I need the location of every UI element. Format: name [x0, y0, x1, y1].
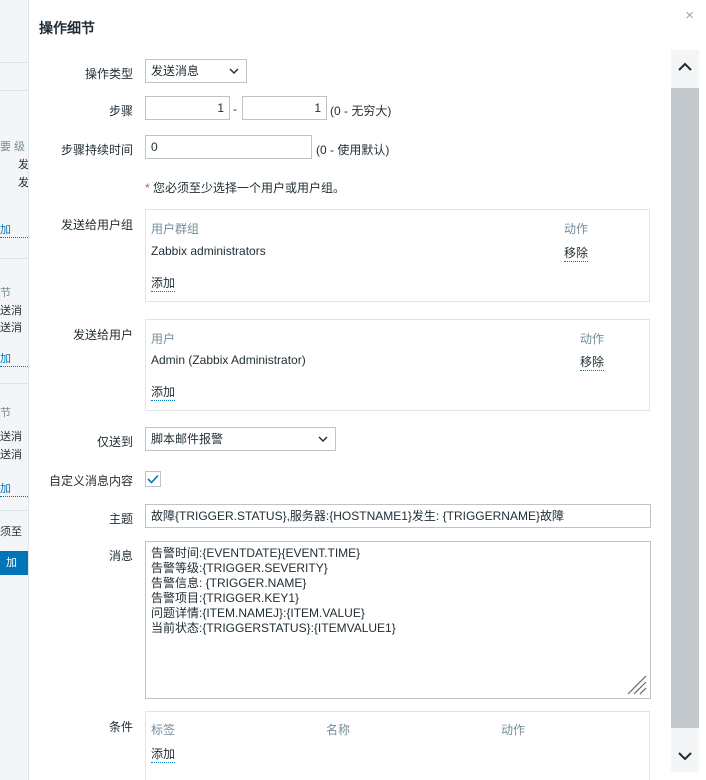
- check-icon: [147, 474, 159, 484]
- user-name: Admin (Zabbix Administrator): [151, 353, 306, 367]
- add-group-link[interactable]: 添加: [151, 274, 176, 292]
- bg-link[interactable]: 加: [0, 480, 28, 497]
- user-group-name: Zabbix administrators: [151, 244, 266, 258]
- scroll-down-button[interactable]: [671, 740, 699, 772]
- remove-group-link[interactable]: 移除: [564, 244, 589, 262]
- send-to-users-label: 发送给用户: [72, 328, 133, 342]
- bg-text: 要 级: [0, 141, 26, 153]
- bg-text: 节: [0, 407, 11, 419]
- subject-label: 主题: [108, 512, 133, 526]
- steps-from-input[interactable]: 1: [145, 96, 230, 120]
- user-groups-col-name: 用户群组: [151, 222, 200, 236]
- bg-link[interactable]: 加: [0, 350, 28, 367]
- message-textarea[interactable]: 告警时间:{EVENTDATE}{EVENT.TIME} 告警等级:{TRIGG…: [145, 541, 651, 699]
- scroll-up-button[interactable]: [671, 50, 699, 82]
- message-line: 告警信息: {TRIGGER.NAME}: [151, 576, 307, 590]
- user-groups-col-action: 动作: [564, 222, 589, 236]
- message-line: 问题详情:{ITEM.NAMEJ}:{ITEM.VALUE}: [151, 606, 365, 620]
- operation-type-select[interactable]: 发送消息: [145, 59, 247, 83]
- operation-details-dialog: 操作细节 × 操作类型 发送消息 步骤 1 - 1 (0 - 无穷大) 步骤持续…: [28, 0, 706, 780]
- step-duration-label: 步骤持续时间: [60, 143, 133, 157]
- operation-type-label: 操作类型: [84, 67, 133, 81]
- required-star: *: [145, 181, 150, 195]
- required-warning-text: 您必须至少选择一个用户或用户组。: [153, 181, 346, 195]
- steps-separator: -: [233, 102, 237, 116]
- steps-hint: (0 - 无穷大): [330, 104, 392, 118]
- background-page: 要 级 发 发 加 节 送消 送消 加 节 送消 送消 加 须至 加: [0, 0, 29, 780]
- send-only-to-select[interactable]: 脚本邮件报警: [145, 427, 336, 451]
- bg-text: 节: [0, 287, 11, 299]
- send-only-to-value: 脚本邮件报警: [151, 432, 224, 446]
- user-groups-table: 用户群组 动作 Zabbix administrators 移除 添加: [145, 209, 650, 302]
- message-line: 告警时间:{EVENTDATE}{EVENT.TIME}: [151, 546, 361, 560]
- subject-input[interactable]: 故障{TRIGGER.STATUS},服务器:{HOSTNAME1}发生: {T…: [145, 504, 651, 528]
- bg-divider: [0, 510, 28, 511]
- steps-label: 步骤: [108, 104, 133, 118]
- required-warning: * 您必须至少选择一个用户或用户组。: [145, 179, 345, 196]
- bg-text: 送消: [0, 449, 22, 461]
- conditions-col-name: 名称: [326, 723, 351, 737]
- custom-message-checkbox[interactable]: [145, 471, 161, 487]
- conditions-col-action: 动作: [501, 723, 526, 737]
- bg-link[interactable]: 加: [0, 221, 28, 238]
- message-line: 告警项目:{TRIGGER.KEY1}: [151, 591, 300, 605]
- conditions-label: 条件: [108, 720, 133, 734]
- remove-user-link[interactable]: 移除: [580, 353, 605, 371]
- bg-divider: [0, 90, 28, 91]
- bg-text: 送消: [0, 322, 22, 334]
- resize-grip-icon[interactable]: [622, 670, 648, 696]
- bg-divider: [0, 62, 28, 63]
- message-label: 消息: [108, 549, 133, 563]
- scrollbar-thumb[interactable]: [671, 88, 699, 728]
- conditions-col-label: 标签: [151, 723, 176, 737]
- message-line: 告警等级:{TRIGGER.SEVERITY}: [151, 561, 328, 575]
- bg-text: 送消: [0, 305, 22, 317]
- chevron-down-icon: [318, 436, 328, 442]
- send-only-to-label: 仅送到: [96, 435, 133, 449]
- bg-divider: [0, 258, 28, 259]
- chevron-up-icon: [678, 62, 692, 71]
- send-to-groups-label: 发送给用户组: [60, 218, 133, 232]
- bg-text: 须至: [0, 526, 22, 538]
- scrollbar[interactable]: [671, 50, 699, 772]
- bg-add-button[interactable]: 加: [0, 551, 28, 575]
- conditions-table: 标签 名称 动作 添加: [145, 711, 650, 780]
- add-user-link[interactable]: 添加: [151, 383, 176, 401]
- bg-text: 送消: [0, 431, 22, 443]
- add-condition-link[interactable]: 添加: [151, 745, 176, 763]
- users-table: 用户 动作 Admin (Zabbix Administrator) 移除 添加: [145, 319, 650, 411]
- users-col-name: 用户: [151, 332, 176, 346]
- operation-type-value: 发送消息: [151, 64, 200, 78]
- users-col-action: 动作: [580, 332, 605, 346]
- custom-message-label: 自定义消息内容: [48, 474, 133, 488]
- message-line: 当前状态:{TRIGGERSTATUS}:{ITEMVALUE1}: [151, 621, 396, 635]
- step-duration-input[interactable]: 0: [145, 135, 312, 159]
- bg-divider: [0, 383, 28, 384]
- step-duration-hint: (0 - 使用默认): [316, 143, 390, 157]
- chevron-down-icon: [678, 751, 692, 760]
- steps-to-input[interactable]: 1: [242, 96, 327, 120]
- close-icon[interactable]: ×: [685, 7, 694, 24]
- chevron-down-icon: [229, 68, 239, 74]
- form-content: 操作类型 发送消息 步骤 1 - 1 (0 - 无穷大) 步骤持续时间 0 (0…: [29, 0, 669, 780]
